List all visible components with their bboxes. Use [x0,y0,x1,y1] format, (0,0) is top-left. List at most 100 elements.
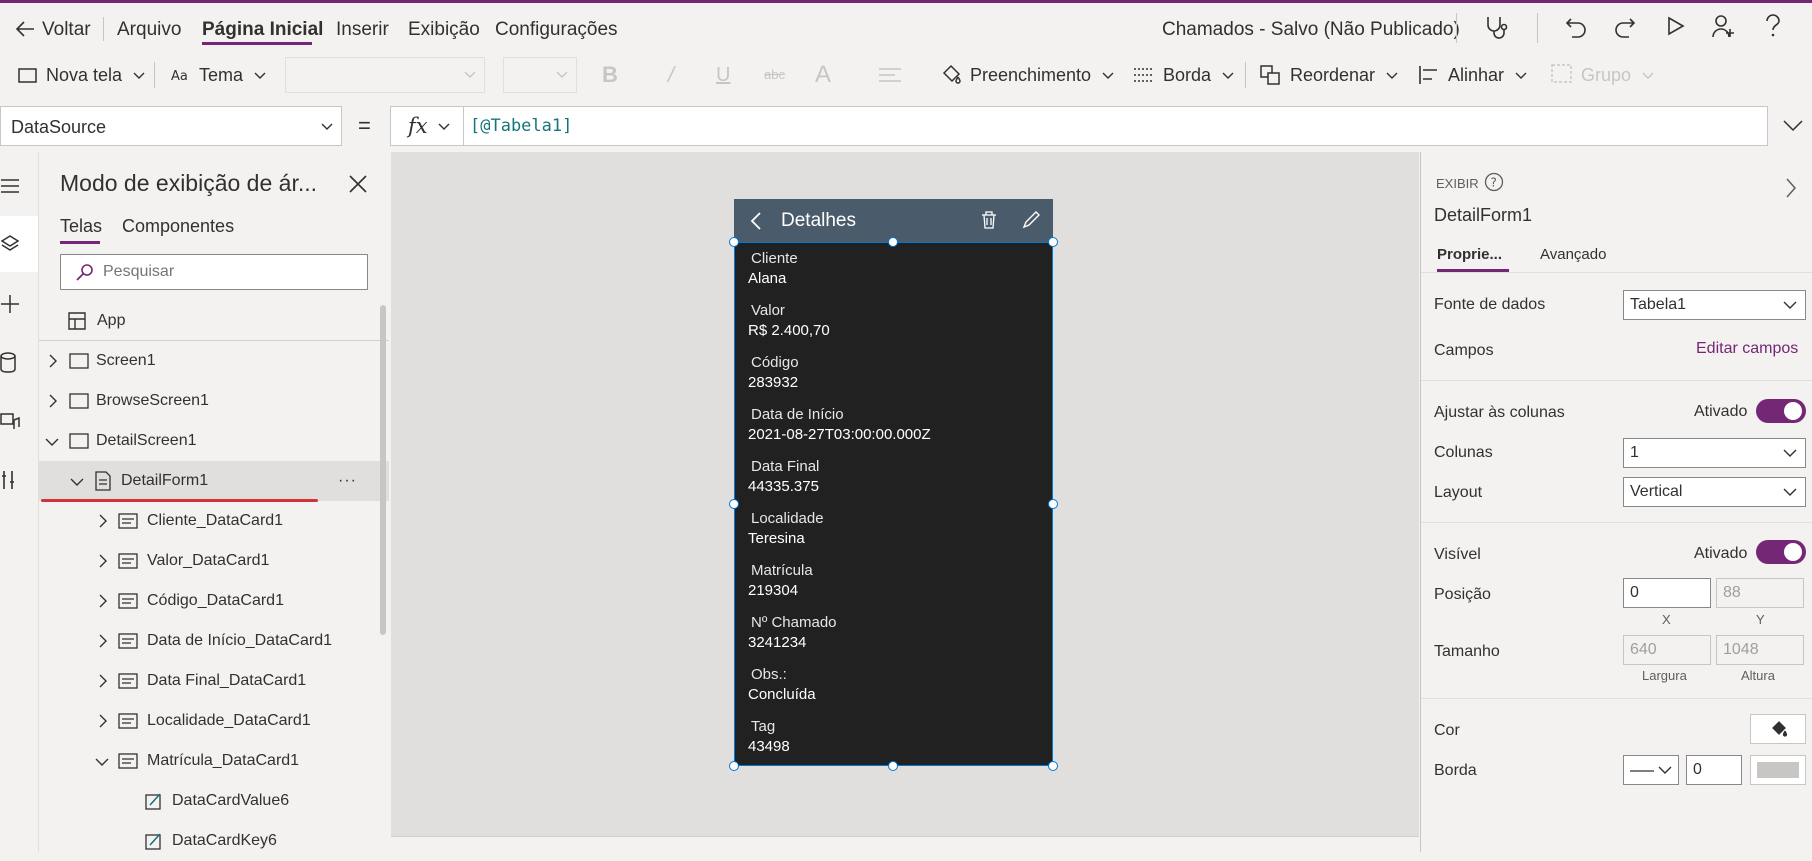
tree-item-matricula-datacard1[interactable]: Matrícula_DataCard1 [39,741,389,781]
new-screen-button[interactable]: Nova tela [18,50,145,100]
help-circle-icon[interactable]: ? [1484,172,1504,192]
tree-item-detailscreen1[interactable]: DetailScreen1 [39,421,389,461]
back-button[interactable]: Voltar [14,3,91,47]
tab-properties[interactable]: Proprie... [1437,246,1502,263]
resize-handle[interactable] [729,761,739,771]
resize-handle[interactable] [1048,761,1058,771]
columns-select[interactable]: 1 [1623,438,1806,468]
fx-button[interactable]: fx [390,106,464,146]
share-user-icon[interactable] [1710,13,1736,39]
tree-view-tab[interactable] [0,216,38,272]
hamburger-icon[interactable] [0,178,20,194]
border-color-picker[interactable] [1750,755,1806,785]
tree-item-label: Data de Início_DataCard1 [147,632,332,649]
close-icon[interactable] [349,175,367,193]
border-width-input[interactable]: 0 [1686,755,1742,785]
formula-input[interactable] [390,106,1768,146]
width-value: 640 [1630,641,1657,658]
tree-search-input[interactable] [103,257,353,287]
strikethrough-icon[interactable]: abc [764,50,785,100]
position-y-value: 88 [1723,584,1741,601]
position-y-input[interactable]: 88 [1716,578,1804,608]
property-select[interactable]: DataSource [0,106,342,146]
resize-handle[interactable] [888,237,898,247]
underline-icon[interactable]: U [716,50,730,100]
italic-icon[interactable]: / [668,50,674,100]
tree-item-app[interactable]: App [39,301,389,341]
theme-icon: Aa [171,69,188,84]
height-input[interactable]: 1048 [1716,635,1804,665]
width-input[interactable]: 640 [1623,635,1711,665]
tree-item-codigo-datacard1[interactable]: Código_DataCard1 [39,581,389,621]
tree-item-browsescreen1[interactable]: BrowseScreen1 [39,381,389,421]
y-caption: Y [1756,612,1765,627]
resize-handle[interactable] [888,761,898,771]
tree-item-data-final-datacard1[interactable]: Data Final_DataCard1 [39,661,389,701]
bold-icon[interactable]: B [602,50,618,100]
border-style-select[interactable] [1623,755,1679,785]
chevron-left-icon[interactable] [750,212,762,230]
datasource-select[interactable]: Tabela1 [1623,290,1806,320]
menu-arquivo[interactable]: Arquivo [117,3,181,47]
chevron-down-icon [1386,72,1398,79]
group-button[interactable]: Grupo [1551,50,1654,100]
tree-item-datacardvalue6[interactable]: DataCardValue6 [39,781,389,821]
chevron-down-icon [1783,488,1797,496]
align-button[interactable]: Alinhar [1418,50,1527,100]
database-icon[interactable] [0,352,20,374]
collapse-panel-icon[interactable] [1785,178,1797,198]
tree-scrollbar[interactable] [380,305,386,635]
columns-label: Colunas [1434,444,1493,461]
arrow-left-icon [15,21,34,37]
divider [1456,13,1457,43]
edit-pencil-icon[interactable] [1022,211,1040,229]
tree-item-cliente-datacard1[interactable]: Cliente_DataCard1 [39,501,389,541]
resize-handle[interactable] [1048,499,1058,509]
font-family-select[interactable] [285,57,485,93]
tree-item-label: DataCardValue6 [172,792,290,809]
help-icon[interactable] [1762,13,1784,39]
font-color-icon[interactable]: A [815,50,831,100]
play-icon[interactable] [1664,15,1686,37]
font-size-select[interactable] [503,57,577,93]
layout-select[interactable]: Vertical [1623,477,1806,507]
fill-button[interactable]: Preenchimento [940,50,1114,100]
chevron-down-icon [1102,72,1114,79]
more-options-icon[interactable]: ··· [338,461,357,501]
menu-pagina-inicial[interactable]: Página Inicial [202,3,323,47]
tree-item-screen1[interactable]: Screen1 [39,341,389,381]
color-picker[interactable] [1750,714,1806,744]
tab-advanced[interactable]: Avançado [1540,246,1606,263]
text-align-icon[interactable] [878,67,906,85]
tree-item-data-inicio-datacard1[interactable]: Data de Início_DataCard1 [39,621,389,661]
menu-exibicao[interactable]: Exibição [408,3,480,47]
edit-fields-link[interactable]: Editar campos [1696,340,1798,358]
border-button[interactable]: Borda [1133,50,1234,100]
tree-item-datacardkey6[interactable]: DataCardKey6 [39,821,389,861]
tree-item-localidade-datacard1[interactable]: Localidade_DataCard1 [39,701,389,741]
datacard-icon [118,553,138,569]
resize-handle[interactable] [729,237,739,247]
trash-icon[interactable] [981,211,997,229]
menu-inserir[interactable]: Inserir [336,3,389,47]
plus-icon[interactable] [0,294,20,314]
visible-toggle[interactable] [1756,540,1806,564]
resize-handle[interactable] [1048,237,1058,247]
menu-configuracoes[interactable]: Configurações [495,3,618,47]
position-x-input[interactable]: 0 [1623,578,1711,608]
reorder-button[interactable]: Reordenar [1260,50,1398,100]
theme-button[interactable]: Aa Tema [171,50,266,100]
snap-columns-toggle[interactable] [1756,399,1806,423]
undo-icon[interactable] [1563,13,1589,39]
tree-item-valor-datacard1[interactable]: Valor_DataCard1 [39,541,389,581]
size-label: Tamanho [1434,643,1500,660]
resize-handle[interactable] [729,499,739,509]
tools-icon[interactable] [0,470,20,490]
tab-telas[interactable]: Telas [60,216,102,237]
tree-item-detailform1[interactable]: DetailForm1 ··· [39,461,389,501]
expand-formula-icon[interactable] [1783,120,1803,132]
tab-componentes[interactable]: Componentes [122,216,234,237]
redo-icon[interactable] [1612,13,1638,39]
stethoscope-icon[interactable] [1482,13,1510,41]
media-icon[interactable] [0,412,20,432]
